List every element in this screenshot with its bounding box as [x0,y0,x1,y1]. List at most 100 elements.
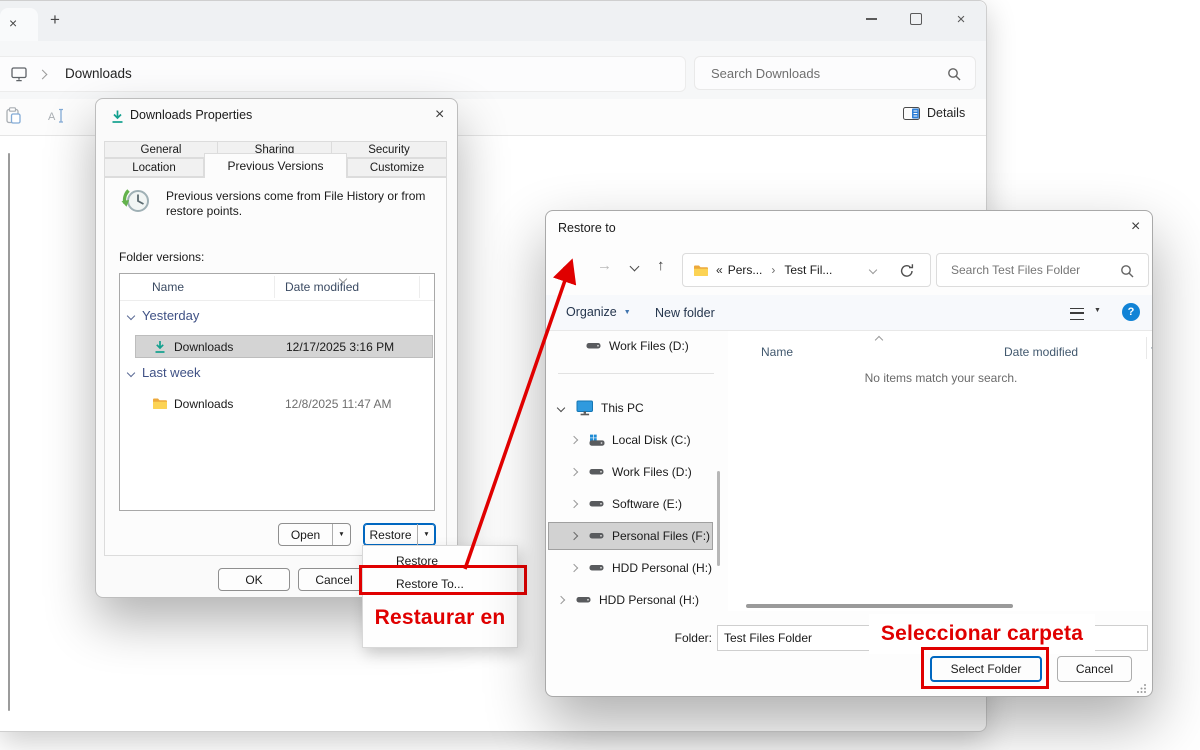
tab-location[interactable]: Location [104,158,204,177]
restore-dropdown-icon[interactable]: ▼ [418,524,435,545]
nav-item-hdd-personal-h-outer[interactable]: HDD Personal (H:) [558,588,699,612]
new-folder-button[interactable]: New folder [655,306,715,320]
details-button[interactable]: Details [903,106,965,120]
maximize-button[interactable] [899,7,933,31]
expand-icon[interactable] [570,564,578,572]
group-header-last-week[interactable]: Last week [128,365,201,380]
recent-locations-icon[interactable] [630,262,640,272]
address-dropdown-icon[interactable] [869,266,877,274]
open-split-button[interactable]: Open ▼ [278,523,351,546]
download-icon [110,109,125,124]
version-row-selected[interactable]: Downloads 12/17/2025 3:16 PM [135,335,433,358]
minimize-icon [866,18,877,19]
refresh-icon[interactable] [899,263,915,279]
empty-state-text: No items match your search. [791,371,1091,385]
annotation-box-select-folder [921,647,1049,689]
nav-item-hdd-personal-h[interactable]: HDD Personal (H:) [571,556,712,580]
nav-pane-scrollbar[interactable] [8,153,10,711]
organize-caret-icon: ▼ [624,309,631,316]
tab-customize[interactable]: Customize [347,158,447,177]
expand-icon[interactable] [570,500,578,508]
ok-button[interactable]: OK [218,568,290,591]
expand-collapse-icon[interactable] [557,404,565,412]
nav-item-personal-files-f-selected[interactable]: Personal Files (F:) [571,524,710,548]
restore-search-box[interactable]: Search Test Files Folder [936,253,1149,287]
explorer-search-box[interactable]: Search Downloads [694,56,976,90]
crumb-personal[interactable]: Pers... [728,263,763,277]
maximize-icon [910,13,922,25]
organize-label: Organize [566,305,617,319]
drive-icon [589,500,604,508]
column-header-date-modified[interactable]: Date modified [285,280,359,294]
paste-icon[interactable] [6,107,21,125]
nav-item-work-files-top[interactable]: Work Files (D:) [586,334,689,358]
explorer-tab-bar: × + × [0,1,986,41]
file-history-clock-icon [119,185,153,219]
help-icon[interactable]: ? [1122,303,1140,321]
forward-icon[interactable]: → [597,257,612,274]
version-name: Downloads [174,397,233,411]
nav-item-label: Software (E:) [612,497,682,511]
nav-scrollbar[interactable] [717,471,720,566]
breadcrumb-location[interactable]: Downloads [65,66,132,81]
nav-item-local-disk-c[interactable]: Local Disk (C:) [571,428,691,452]
drive-icon [576,596,591,604]
group-label: Yesterday [142,308,199,323]
resize-grip[interactable] [1136,683,1147,694]
info-text-line2: restore points. [166,204,425,219]
crumb-test-files[interactable]: Test Fil... [784,263,832,277]
view-list-icon[interactable] [1070,308,1084,320]
column-header-name[interactable]: Name [761,345,793,359]
group-header-yesterday[interactable]: Yesterday [128,308,199,323]
column-header-date-modified[interactable]: Date modified [1004,345,1078,359]
nav-item-label: HDD Personal (H:) [599,593,699,607]
view-dropdown-icon[interactable]: ▼ [1094,307,1101,314]
restore-address-bar[interactable]: « Pers... › Test Fil... [682,253,931,287]
downloads-properties-dialog: Downloads Properties × General Sharing S… [95,98,458,598]
tab-security[interactable]: Security [331,141,447,158]
nav-item-this-pc[interactable]: This PC [558,396,644,420]
expand-icon[interactable] [570,468,578,476]
command-bar: Organize ▼ New folder ▼ ? [546,295,1152,331]
tab-general[interactable]: General [104,141,218,158]
close-window-button[interactable]: × [944,7,978,31]
tab-previous-versions[interactable]: Previous Versions [204,153,347,178]
drive-icon [589,532,604,540]
nav-item-work-files-d[interactable]: Work Files (D:) [571,460,692,484]
restore-split-button[interactable]: Restore ▼ [363,523,436,546]
nav-item-label: Personal Files (F:) [612,529,710,543]
up-icon[interactable]: ↑ [657,257,665,274]
open-button-label: Open [279,524,332,545]
annotation-seleccionar-carpeta: Seleccionar carpeta [869,622,1095,646]
restore-dialog-title: Restore to [558,221,616,235]
expand-icon[interactable] [570,532,578,540]
expand-icon[interactable] [557,596,565,604]
breadcrumb[interactable]: Downloads [0,56,686,92]
restore-cancel-button[interactable]: Cancel [1057,656,1132,682]
new-tab-button[interactable]: + [50,10,60,30]
back-icon[interactable]: ← [560,257,575,274]
nav-item-label: Local Disk (C:) [612,433,691,447]
properties-close-icon[interactable]: × [435,106,444,124]
nav-item-label: HDD Personal (H:) [612,561,712,575]
horizontal-scrollbar[interactable] [746,604,1013,608]
restore-dialog-close-icon[interactable]: × [1131,218,1140,236]
column-divider[interactable] [274,276,275,298]
explorer-tab[interactable]: × [0,8,38,41]
open-dropdown-icon[interactable]: ▼ [333,524,350,545]
nav-item-software-e[interactable]: Software (E:) [571,492,682,516]
version-row[interactable]: Downloads 12/8/2025 11:47 AM [135,392,433,415]
minimize-button[interactable] [854,7,888,31]
rename-icon[interactable]: A [48,108,66,124]
column-divider[interactable] [419,276,420,298]
tab-close-icon[interactable]: × [9,15,17,31]
expand-icon[interactable] [570,436,578,444]
column-header-name[interactable]: Name [152,280,184,294]
close-icon: × [957,11,966,28]
column-header-type-partial[interactable]: T [1151,345,1153,359]
annotation-restaurar-en: Restaurar en [363,606,517,630]
column-divider[interactable] [1146,337,1147,359]
collapse-group-icon [127,368,135,376]
organize-button[interactable]: Organize ▼ [566,305,631,319]
folder-icon [152,397,168,410]
